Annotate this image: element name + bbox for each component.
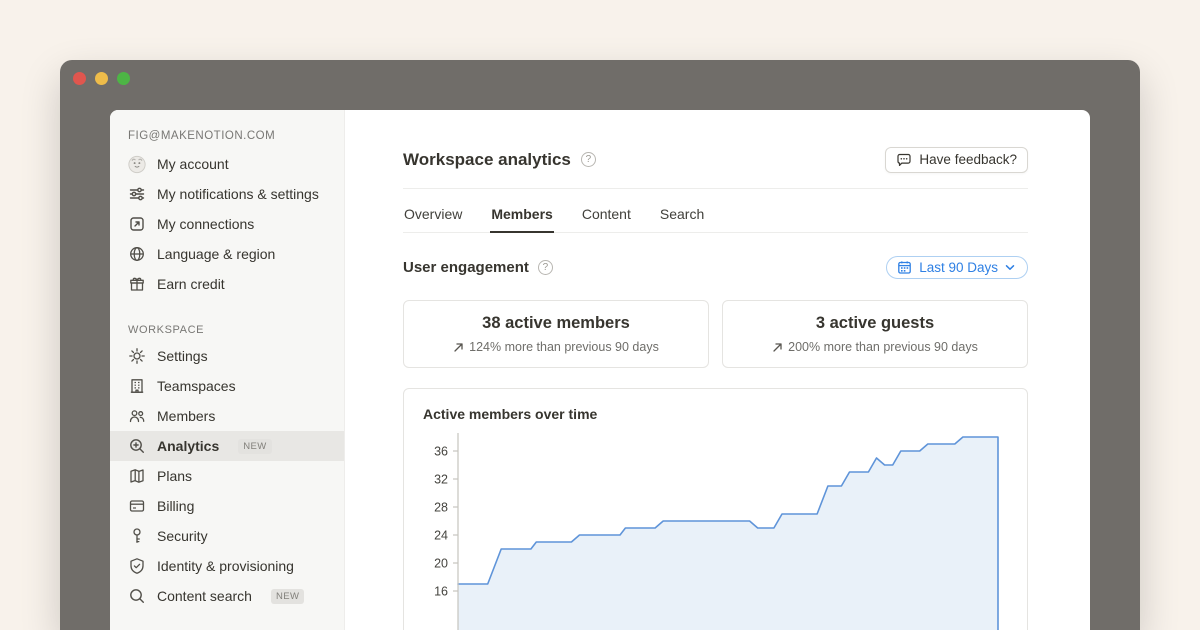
chart-area-fill (458, 437, 998, 630)
sidebar-item-label: My account (157, 155, 229, 174)
sidebar-item-label: Earn credit (157, 275, 225, 294)
have-feedback-button[interactable]: Have feedback? (885, 147, 1028, 173)
sidebar-item-analytics[interactable]: Analytics NEW (110, 431, 344, 461)
settings-sidebar: FIG@MAKENOTION.COM My account My notific… (110, 110, 345, 630)
sidebar-item-label: Security (157, 527, 208, 546)
gift-icon (128, 275, 146, 293)
active-guests-stat-card: 3 active guests 200% more than previous … (722, 300, 1028, 368)
new-badge: NEW (271, 589, 304, 604)
sidebar-item-label: Identity & provisioning (157, 557, 294, 576)
search-icon (128, 587, 146, 605)
sidebar-item-security[interactable]: Security (110, 521, 344, 551)
svg-text:28: 28 (434, 501, 448, 515)
sidebar-item-label: Plans (157, 467, 192, 486)
arrow-up-right-box-icon (128, 215, 146, 233)
sidebar-item-label: Settings (157, 347, 208, 366)
chart-y-ticks: 16 20 24 28 32 36 (434, 445, 458, 599)
chart-title: Active members over time (423, 406, 1027, 422)
svg-text:36: 36 (434, 445, 448, 459)
sidebar-item-label: Members (157, 407, 215, 426)
stat-delta-label: 124% more than previous 90 days (469, 340, 659, 354)
zoom-window-button[interactable] (117, 72, 130, 85)
arrow-up-right-icon (772, 342, 783, 353)
account-email-label: FIG@MAKENOTION.COM (110, 124, 344, 149)
credit-card-icon (128, 497, 146, 515)
sidebar-item-label: Teamspaces (157, 377, 236, 396)
stat-value: 3 active guests (731, 314, 1019, 333)
svg-text:32: 32 (434, 473, 448, 487)
have-feedback-label: Have feedback? (919, 152, 1017, 167)
sliders-icon (128, 185, 146, 203)
members-chart-svg: 16 20 24 28 32 36 (423, 433, 1009, 630)
help-icon[interactable]: ? (538, 260, 553, 275)
stat-value: 38 active members (412, 314, 700, 333)
zoom-in-icon (128, 437, 146, 455)
close-window-button[interactable] (73, 72, 86, 85)
sidebar-item-earn-credit[interactable]: Earn credit (110, 269, 344, 299)
tab-content[interactable]: Content (581, 198, 632, 232)
header-divider (403, 188, 1028, 189)
tab-members[interactable]: Members (490, 198, 553, 233)
analytics-tabs: Overview Members Content Search (403, 198, 1028, 233)
minimize-window-button[interactable] (95, 72, 108, 85)
shield-check-icon (128, 557, 146, 575)
new-badge: NEW (238, 439, 271, 454)
sidebar-item-teamspaces[interactable]: Teamspaces (110, 371, 344, 401)
svg-text:16: 16 (434, 585, 448, 599)
sidebar-item-label: Language & region (157, 245, 275, 264)
sidebar-item-content-search[interactable]: Content search NEW (110, 581, 344, 611)
sidebar-item-my-notifications-settings[interactable]: My notifications & settings (110, 179, 344, 209)
tab-overview[interactable]: Overview (403, 198, 463, 232)
building-icon (128, 377, 146, 395)
sidebar-item-billing[interactable]: Billing (110, 491, 344, 521)
speech-bubble-icon (896, 152, 912, 168)
key-icon (128, 527, 146, 545)
analytics-main: Workspace analytics ? Have feedback? Ove… (345, 110, 1090, 630)
date-range-button[interactable]: Last 90 Days (886, 256, 1028, 279)
tab-search[interactable]: Search (659, 198, 705, 232)
sidebar-item-identity-provisioning[interactable]: Identity & provisioning (110, 551, 344, 581)
gear-icon (128, 347, 146, 365)
svg-text:24: 24 (434, 529, 448, 543)
globe-icon (128, 245, 146, 263)
settings-window: FIG@MAKENOTION.COM My account My notific… (60, 60, 1140, 630)
stat-delta-label: 200% more than previous 90 days (788, 340, 978, 354)
map-icon (128, 467, 146, 485)
page-title: Workspace analytics (403, 150, 571, 170)
sidebar-item-plans[interactable]: Plans (110, 461, 344, 491)
sidebar-item-members[interactable]: Members (110, 401, 344, 431)
user-engagement-title: User engagement (403, 259, 529, 276)
active-members-chart-card: Active members over time 16 20 24 28 32 36 (403, 388, 1028, 630)
sidebar-item-label: Billing (157, 497, 194, 516)
sidebar-item-label: My connections (157, 215, 254, 234)
workspace-section-label: WORKSPACE (110, 319, 344, 341)
chevron-down-icon (1005, 264, 1015, 271)
calendar-icon (897, 260, 912, 275)
svg-text:20: 20 (434, 557, 448, 571)
sidebar-item-settings[interactable]: Settings (110, 341, 344, 371)
members-over-time-chart: 16 20 24 28 32 36 (423, 433, 1027, 630)
window-controls (73, 72, 130, 85)
arrow-up-right-icon (453, 342, 464, 353)
sidebar-item-label: Analytics (157, 437, 219, 456)
sidebar-item-my-connections[interactable]: My connections (110, 209, 344, 239)
active-members-stat-card: 38 active members 124% more than previou… (403, 300, 709, 368)
settings-panel: FIG@MAKENOTION.COM My account My notific… (110, 110, 1090, 630)
help-icon[interactable]: ? (581, 152, 596, 167)
sidebar-item-language-region[interactable]: Language & region (110, 239, 344, 269)
sidebar-item-label: My notifications & settings (157, 185, 319, 204)
sidebar-item-label: Content search (157, 587, 252, 606)
date-range-label: Last 90 Days (919, 260, 998, 275)
people-icon (128, 407, 146, 425)
avatar (128, 155, 146, 173)
sidebar-item-my-account[interactable]: My account (110, 149, 344, 179)
